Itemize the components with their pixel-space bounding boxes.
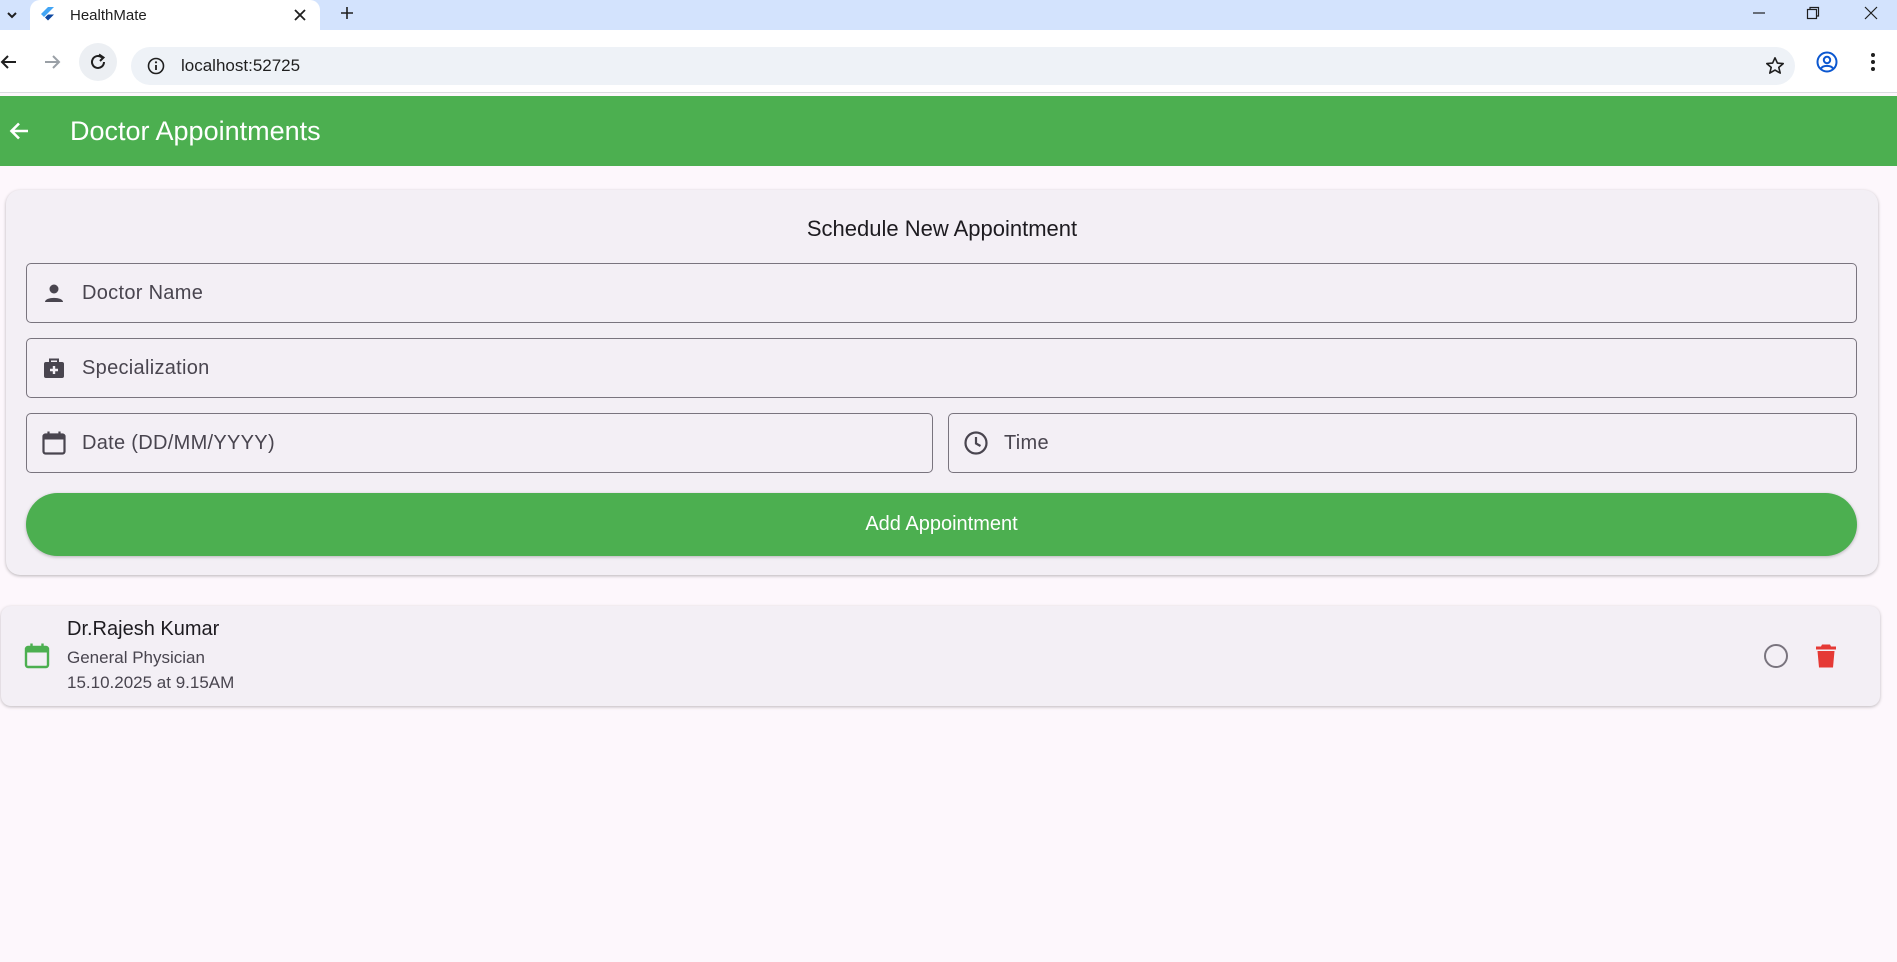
date-field[interactable] (26, 413, 933, 473)
new-tab-button[interactable] (334, 0, 360, 26)
browser-menu-button[interactable] (1854, 43, 1892, 81)
tab-title: HealthMate (70, 6, 147, 24)
circle-outline-icon (1764, 644, 1788, 668)
doctor-name-field[interactable] (26, 263, 1857, 323)
tab-search-button[interactable] (0, 0, 24, 30)
appointment-list-item[interactable]: Dr.Rajesh Kumar General Physician 15.10.… (1, 606, 1880, 706)
add-appointment-button[interactable]: Add Appointment (26, 493, 1857, 556)
reload-button[interactable] (79, 43, 117, 81)
back-nav-button[interactable] (0, 43, 28, 81)
doctor-name-input[interactable] (82, 264, 1856, 322)
site-info-icon[interactable] (145, 55, 167, 77)
close-icon (1864, 6, 1878, 20)
browser-tab[interactable]: HealthMate (30, 0, 320, 30)
app-bar: Doctor Appointments (0, 96, 1897, 166)
specialization-field[interactable] (26, 338, 1857, 398)
trash-icon (1816, 644, 1836, 668)
plus-icon (341, 7, 353, 19)
restore-button[interactable] (1790, 0, 1836, 26)
close-window-button[interactable] (1848, 0, 1894, 26)
url-text[interactable]: localhost:52725 (181, 56, 1755, 76)
bookmark-star-icon[interactable] (1755, 47, 1795, 85)
reload-icon (91, 53, 106, 69)
close-tab-icon[interactable] (290, 5, 310, 25)
arrow-left-icon (9, 122, 28, 140)
address-bar[interactable]: localhost:52725 (131, 47, 1795, 85)
account-circle-icon (1816, 51, 1838, 73)
browser-tabstrip: HealthMate (0, 0, 1897, 30)
back-button[interactable] (2, 114, 36, 148)
appointment-datetime: 15.10.2025 at 9.15AM (67, 673, 235, 692)
browser-toolbar: localhost:52725 (0, 30, 1897, 93)
minimize-button[interactable] (1736, 0, 1782, 26)
flutter-icon (40, 7, 56, 23)
forward-nav-button[interactable] (33, 43, 71, 81)
profile-button[interactable] (1808, 43, 1846, 81)
time-field[interactable] (948, 413, 1857, 473)
calendar-icon (24, 643, 50, 669)
arrow-right-icon (45, 55, 61, 69)
medical-bag-icon (40, 354, 68, 382)
restore-icon (1806, 6, 1820, 20)
arrow-left-icon (0, 55, 16, 69)
person-icon (40, 279, 68, 307)
schedule-appointment-card: Schedule New Appointment Add Appointment (6, 190, 1878, 575)
appointment-specialization: General Physician (67, 648, 205, 667)
clock-icon (962, 429, 990, 457)
mark-complete-button[interactable] (1762, 642, 1790, 670)
calendar-icon (40, 429, 68, 457)
minimize-icon (1753, 12, 1765, 14)
delete-appointment-button[interactable] (1812, 642, 1840, 670)
date-input[interactable] (82, 414, 932, 472)
form-title: Schedule New Appointment (806, 216, 1078, 241)
time-input[interactable] (1004, 414, 1856, 472)
more-vert-icon (1871, 53, 1875, 71)
appointment-doctor-name: Dr.Rajesh Kumar (67, 618, 220, 640)
chevron-down-icon (7, 12, 17, 19)
specialization-input[interactable] (82, 339, 1856, 397)
page-title: Doctor Appointments (70, 115, 321, 146)
